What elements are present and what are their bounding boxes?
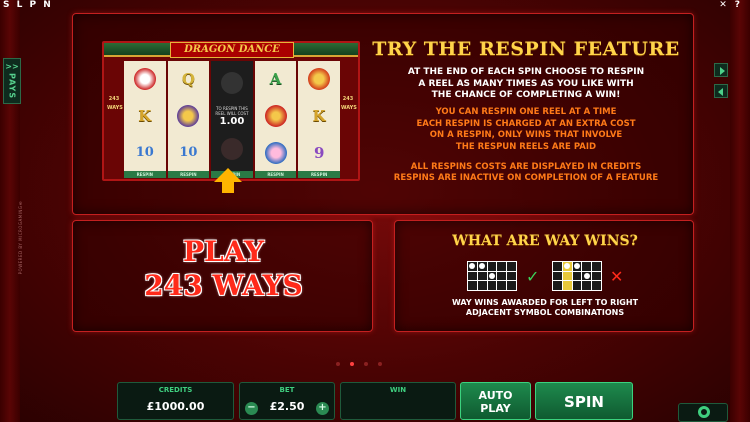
play-243-ways-title: PLAY 243 WAYS: [73, 235, 374, 303]
respin-cost-text: TO RESPIN THIS REEL WILL COST: [215, 105, 249, 116]
win-label: WIN: [389, 386, 407, 394]
note-line: ON A RESPIN, ONLY WINS THAT INVOLVE: [429, 130, 623, 140]
reel-respin-button: RESPIN: [254, 171, 297, 179]
reel-respin-button: RESPIN: [167, 171, 210, 179]
respin-preview-image: DRAGON DANCE 243 WAYS 243 WAYS K 10 RESP…: [102, 41, 360, 181]
dragon-symbol: [298, 61, 340, 98]
credits-value: £1000.00: [146, 400, 205, 413]
respin-feature-panel: DRAGON DANCE 243 WAYS 243 WAYS K 10 RESP…: [72, 13, 694, 215]
reel-3-respin: TO RESPIN THIS REEL WILL COST 1.00 RESPI…: [211, 61, 253, 178]
description-line: A REEL AS MANY TIMES AS YOU LIKE WITH: [418, 78, 634, 89]
page-dot[interactable]: [336, 362, 340, 366]
right-pillar-decoration: [730, 0, 750, 422]
game-stage: S L P N ✕ ? >> PAYS POWERED BY MICROGAMI…: [0, 0, 750, 422]
respin-notes: YOU CAN RESPIN ONE REEL AT A TIME EACH R…: [371, 107, 681, 153]
bet-decrease-button[interactable]: −: [245, 402, 258, 415]
invalid-way-win-grid: [552, 261, 602, 291]
way-wins-title: WHAT ARE WAY WINS?: [452, 233, 638, 249]
play-ways-line: 243 WAYS: [144, 269, 303, 302]
reel-respin-button: RESPIN: [124, 171, 166, 179]
respin-cost-overlay: TO RESPIN THIS REEL WILL COST 1.00: [211, 106, 253, 127]
respin-notes-secondary: ALL RESPINS COSTS ARE DISPLAYED IN CREDI…: [371, 162, 681, 184]
note-line: ALL RESPINS COSTS ARE DISPLAYED IN CREDI…: [410, 162, 642, 172]
auto-play-label: PLAY: [480, 402, 511, 415]
close-icon[interactable]: ✕: [719, 0, 727, 10]
description-line: AT THE END OF EACH SPIN CHOOSE TO RESPIN: [407, 67, 645, 77]
play-243-ways-panel: PLAY 243 WAYS: [72, 220, 373, 332]
way-wins-note: WAY WINS AWARDED FOR LEFT TO RIGHT ADJAC…: [395, 298, 695, 318]
firecrackers-symbol: [255, 98, 297, 135]
reel-respin-button: RESPIN: [298, 171, 340, 179]
drummer-symbol: [168, 98, 210, 135]
reel-2: Q 10 RESPIN: [167, 61, 210, 179]
valid-way-win-grid: [467, 261, 517, 291]
reel-set: K 10 RESPIN Q 10 RESPIN TO RESPIN THIS R…: [124, 61, 340, 179]
pays-tab-label: PAYS: [7, 73, 17, 100]
drummer-girl-symbol: [255, 134, 297, 171]
respin-cost-value: 1.00: [219, 115, 245, 127]
lion-dancer-symbol: [124, 61, 166, 98]
next-page-arrow-icon[interactable]: [714, 63, 728, 77]
top-bar: S L P N ✕ ?: [0, 0, 750, 12]
page-indicator: [336, 362, 382, 366]
ways-tag-left: 243 WAYS: [107, 96, 123, 111]
auto-play-label: AUTO: [478, 389, 513, 402]
note-line: EACH RESPIN IS CHARGED AT AN EXTRA COST: [416, 118, 636, 129]
description-line: THE CHANCE OF COMPLETING A WIN!: [431, 90, 621, 100]
symbol-A: A: [269, 70, 282, 89]
bet-display: BET £2.50 − +: [239, 382, 335, 420]
game-logo: DRAGON DANCE: [170, 42, 294, 58]
respin-description: AT THE END OF EACH SPIN CHOOSE TO RESPIN…: [371, 67, 681, 102]
way-wins-note-line: WAY WINS AWARDED FOR LEFT TO RIGHT: [451, 298, 639, 307]
ways-tag-right: 243 WAYS: [341, 96, 357, 111]
symbol-K: K: [138, 107, 152, 125]
reel-4: A RESPIN: [254, 61, 297, 179]
spin-button[interactable]: SPIN: [535, 382, 633, 420]
settings-button[interactable]: [678, 403, 728, 422]
dimmed-symbol: [211, 61, 253, 106]
powered-by-credit: POWERED BY MICROGAMING®: [18, 200, 23, 275]
note-line: YOU CAN RESPIN ONE REEL AT A TIME: [435, 107, 617, 117]
note-line: THE RESPUN REELS ARE PAID: [455, 141, 597, 152]
control-bar: CREDITS £1000.00 BET £2.50 − + WIN AUTO …: [0, 380, 750, 422]
gear-icon: [698, 406, 710, 418]
symbol-K: K: [312, 107, 326, 125]
symbol-10: 10: [179, 145, 198, 161]
bet-increase-button[interactable]: +: [316, 402, 329, 415]
symbol-Q: Q: [181, 70, 195, 89]
cross-icon: ✕: [610, 267, 624, 286]
bet-label: BET: [279, 386, 295, 394]
symbol-9: 9: [313, 143, 325, 162]
help-icon[interactable]: ?: [735, 0, 740, 10]
page-dot-active[interactable]: [350, 362, 354, 366]
brand-letters: S L P N: [3, 0, 53, 10]
credits-display: CREDITS £1000.00: [117, 382, 234, 420]
win-display: WIN: [340, 382, 456, 420]
play-ways-line: PLAY: [182, 235, 265, 268]
up-arrow-icon: [214, 168, 242, 194]
note-line: RESPINS ARE INACTIVE ON COMPLETION OF A …: [393, 173, 659, 183]
reel-1: K 10 RESPIN: [124, 61, 166, 179]
double-chevron-icon: >>: [5, 62, 19, 71]
pays-side-tab[interactable]: >> PAYS: [3, 58, 21, 104]
page-dot[interactable]: [378, 362, 382, 366]
respin-heading: TRY THE RESPIN FEATURE: [372, 38, 680, 60]
prev-page-arrow-icon[interactable]: [714, 84, 728, 98]
credits-label: CREDITS: [158, 386, 193, 394]
temple-roof: DRAGON DANCE: [104, 42, 358, 58]
page-dot[interactable]: [364, 362, 368, 366]
reel-5: K 9 RESPIN: [298, 61, 340, 179]
top-icons: ✕ ?: [719, 0, 740, 10]
way-wins-panel: WHAT ARE WAY WINS? ✓ ✕ WAY WINS AWARDED …: [394, 220, 694, 332]
check-icon: ✓: [526, 267, 540, 286]
auto-play-button[interactable]: AUTO PLAY: [460, 382, 531, 420]
symbol-10: 10: [135, 145, 154, 161]
dimmed-symbol: [211, 127, 253, 172]
way-wins-note-line: ADJACENT SYMBOL COMBINATIONS: [465, 308, 625, 317]
